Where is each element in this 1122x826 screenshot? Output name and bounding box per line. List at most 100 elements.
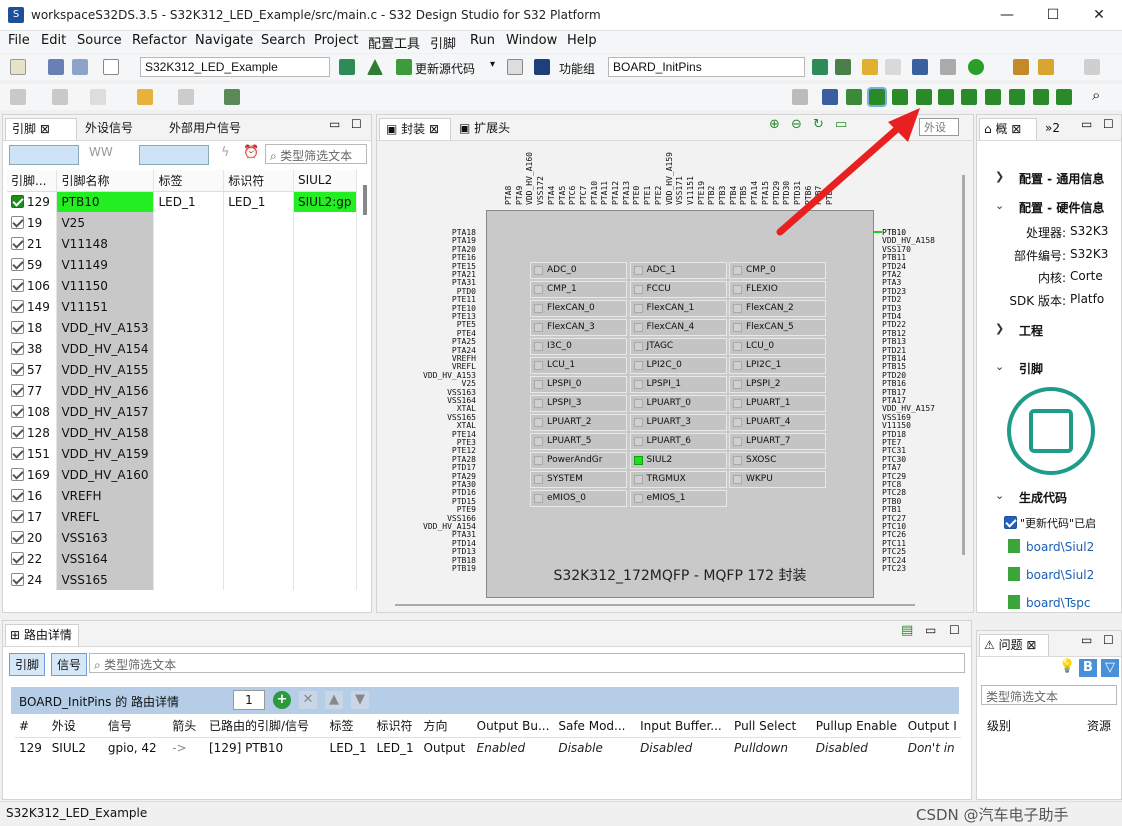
identifier-cell[interactable]	[223, 464, 294, 485]
minimize-icon[interactable]: ▭	[1081, 117, 1092, 131]
siul2-cell[interactable]	[293, 569, 358, 590]
pin-label[interactable]: PTD17	[452, 464, 476, 472]
chevron-down-icon[interactable]: ⌄	[995, 489, 1004, 502]
routing-cell[interactable]: Don't in	[904, 737, 961, 759]
panel-icon[interactable]	[835, 59, 851, 75]
close-button[interactable]: ✕	[1076, 0, 1122, 31]
routing-cell[interactable]: gpio, 42	[104, 737, 168, 759]
generated-file-link[interactable]: board\Tspc	[1008, 595, 1091, 610]
siul2-cell[interactable]	[293, 338, 358, 359]
section-generate[interactable]: 生成代码	[1019, 489, 1067, 506]
checkbox-icon[interactable]	[11, 446, 24, 460]
identifier-cell[interactable]	[223, 296, 294, 317]
label-cell[interactable]	[153, 212, 225, 233]
routing-count[interactable]: 1	[233, 690, 265, 710]
menu-search[interactable]: Search	[261, 33, 306, 48]
panel-menu-icon[interactable]: ▤	[901, 623, 913, 638]
identifier-cell[interactable]	[223, 359, 294, 380]
pin-label[interactable]: PTE2	[654, 186, 663, 205]
package-icon[interactable]	[1013, 59, 1029, 75]
routing-icon[interactable]	[985, 89, 1001, 105]
checkbox-icon[interactable]	[11, 194, 24, 208]
debug-tool-icon[interactable]	[940, 59, 956, 75]
pin-label[interactable]: PTE19	[697, 181, 706, 205]
siul2-cell[interactable]	[293, 233, 358, 254]
identifier-cell[interactable]	[223, 527, 294, 548]
siul2-cell[interactable]	[293, 548, 358, 569]
pin-label[interactable]: V11151	[686, 176, 695, 205]
step-over-icon[interactable]	[52, 89, 68, 105]
routing-col[interactable]: 外设	[47, 715, 104, 738]
checkbox-icon[interactable]	[11, 341, 24, 355]
pin-label[interactable]: VSS172	[536, 176, 545, 205]
col-label[interactable]: 标签	[153, 170, 225, 192]
peripheral-lcu_1[interactable]: LCU_1	[530, 357, 627, 374]
table-row[interactable]: 129 SIUL2 gpio, 42 -> [129] PTB10 LED_1 LED_1 O…	[15, 737, 961, 759]
peripheral-adc_1[interactable]: ADC_1	[629, 262, 727, 279]
siul2-cell[interactable]	[293, 464, 358, 485]
checkbox-icon[interactable]	[11, 530, 24, 544]
menu-refactor[interactable]: Refactor	[132, 33, 187, 48]
tools-icon[interactable]	[1038, 59, 1054, 75]
pin-label[interactable]: PTB11	[882, 254, 906, 262]
pin-label[interactable]: PTC6	[568, 186, 577, 205]
identifier-cell[interactable]	[223, 443, 294, 464]
pin-label[interactable]: PTA25	[452, 338, 476, 346]
checkbox-icon[interactable]	[11, 467, 24, 481]
add-icon[interactable]: +	[273, 691, 291, 709]
pin-label[interactable]: VSS171	[675, 176, 684, 205]
peripheral-flexcan_0[interactable]: FlexCAN_0	[530, 300, 627, 317]
checkbox-icon[interactable]	[11, 236, 24, 250]
label-cell[interactable]: LED_1	[153, 191, 225, 212]
routing-cell[interactable]: LED_1	[326, 737, 373, 759]
pin-label[interactable]: VDD_HV_A160	[525, 152, 534, 205]
section-pins[interactable]: 引脚	[1019, 360, 1043, 377]
peripheral-lpuart_4[interactable]: LPUART_4	[729, 414, 826, 431]
peripheral-lpuart_1[interactable]: LPUART_1	[729, 395, 826, 412]
v-scrollbar[interactable]	[962, 175, 965, 555]
tab-package[interactable]: ▣ 封装 ⊠	[379, 118, 451, 140]
checkbox-icon[interactable]	[11, 488, 24, 502]
peripheral-fccu[interactable]: FCCU	[629, 281, 727, 298]
pin-number-cell[interactable]: 106	[7, 275, 58, 296]
label-cell[interactable]	[153, 506, 225, 527]
save-icon[interactable]	[48, 59, 64, 75]
table-row[interactable]: 24 VSS165	[7, 569, 358, 590]
routing-cell[interactable]: Output	[420, 737, 473, 759]
peripheral-lpspi_2[interactable]: LPSPI_2	[729, 376, 826, 393]
clock-icon[interactable]: ⏰	[243, 145, 259, 160]
maximize-icon[interactable]: ☐	[949, 623, 960, 637]
pin-number-cell[interactable]: 128	[7, 422, 58, 443]
pin-label[interactable]: PTC25	[882, 548, 906, 556]
checkbox-icon[interactable]	[11, 299, 24, 313]
peripheral-flexcan_3[interactable]: FlexCAN_3	[530, 319, 627, 336]
routing-col[interactable]: #	[15, 715, 48, 738]
siul2-cell[interactable]	[293, 296, 358, 317]
filter-icon[interactable]: ▽	[1101, 659, 1119, 677]
bulb-icon[interactable]: 💡	[1059, 659, 1075, 674]
label-cell[interactable]	[153, 485, 225, 506]
checkbox-icon[interactable]	[11, 509, 24, 523]
table-row[interactable]: 77 VDD_HV_A156	[7, 380, 358, 401]
pin-label[interactable]: V25	[462, 380, 476, 388]
pin-label[interactable]: PTB4	[729, 186, 738, 205]
pin-number-cell[interactable]: 149	[7, 296, 58, 317]
pin-label[interactable]: PTA14	[750, 181, 759, 205]
table-row[interactable]: 20 VSS163	[7, 527, 358, 548]
menu-edit[interactable]: Edit	[41, 33, 66, 48]
routing-col[interactable]: 已路由的引脚/信号	[205, 715, 326, 738]
label-cell[interactable]	[153, 296, 225, 317]
pin-number-cell[interactable]: 169	[7, 464, 58, 485]
gen-checkbox[interactable]: "更新代码"已启	[1004, 515, 1096, 531]
identifier-cell[interactable]	[223, 485, 294, 506]
section-hardware[interactable]: 配置 - 硬件信息	[1019, 199, 1104, 216]
peripheral-adc_0[interactable]: ADC_0	[530, 262, 627, 279]
update-code-button[interactable]: 更新源代码	[415, 60, 475, 77]
siul2-cell[interactable]	[293, 275, 358, 296]
routing-col[interactable]: Input Buffer...	[636, 715, 731, 738]
nav-forward-icon[interactable]	[178, 89, 194, 105]
table-row[interactable]: 128 VDD_HV_A158	[7, 422, 358, 443]
pin-label[interactable]: PTC7	[579, 186, 588, 205]
menu-navigate[interactable]: Navigate	[195, 33, 253, 48]
brush-icon[interactable]	[1084, 59, 1100, 75]
